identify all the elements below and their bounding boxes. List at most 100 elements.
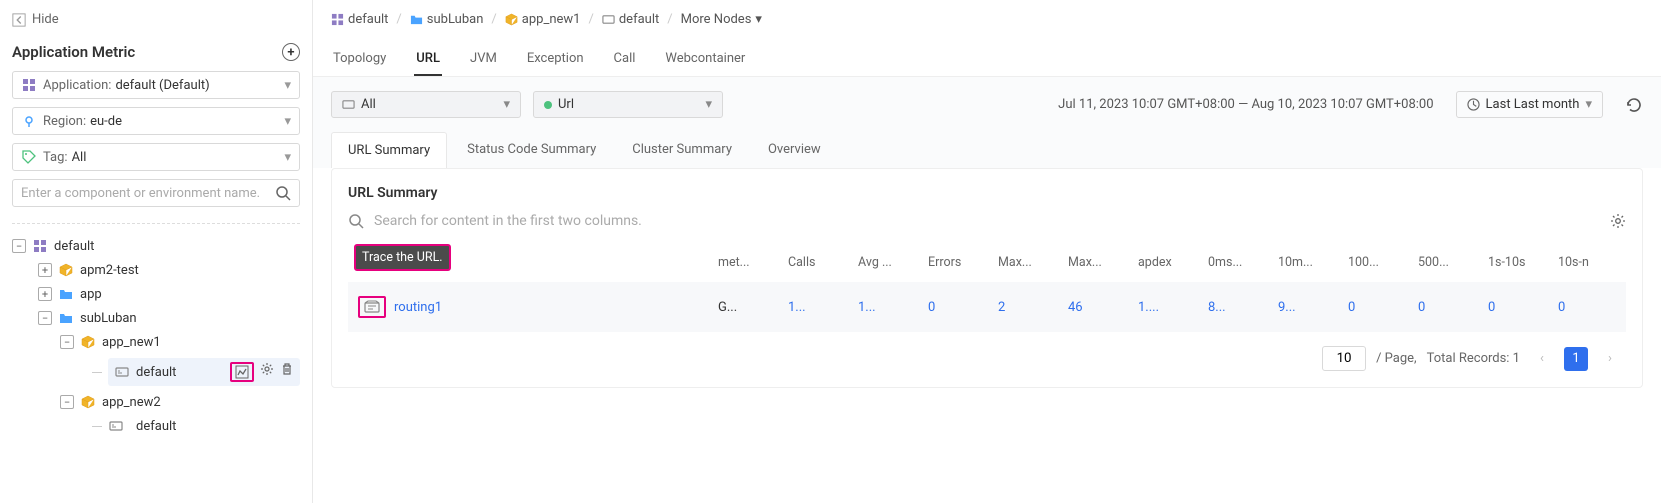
col-method: met... (712, 251, 782, 274)
url-summary-panel: URL Summary Search for content in the fi… (331, 168, 1643, 388)
cell-apdex[interactable]: 1.... (1132, 296, 1202, 319)
cell-0ms[interactable]: 8... (1202, 296, 1272, 319)
cube-icon (80, 334, 96, 350)
cell-10s[interactable]: 0 (1552, 296, 1622, 319)
tree-node-apm2-test[interactable]: + apm2-test (12, 258, 300, 282)
subtab-status-code[interactable]: Status Code Summary (451, 132, 612, 168)
breadcrumb-item[interactable]: default (602, 12, 659, 27)
breadcrumb-item[interactable]: subLuban (410, 12, 484, 27)
trace-url-button[interactable] (358, 296, 386, 318)
breadcrumb-label: default (619, 12, 659, 27)
cell-10ms[interactable]: 9... (1272, 296, 1342, 319)
cell-errors[interactable]: 0 (922, 296, 992, 319)
instance-value: All (361, 97, 376, 112)
trace-icon (364, 300, 380, 314)
prev-page-button[interactable]: ‹ (1530, 347, 1554, 371)
tree-node-env-default2[interactable]: default (12, 414, 300, 438)
tab-jvm[interactable]: JVM (468, 43, 499, 76)
metric-select[interactable]: Url ▾ (533, 91, 723, 118)
tab-exception[interactable]: Exception (525, 43, 586, 76)
col-avg: Avg ... (852, 251, 922, 274)
cell-max2[interactable]: 46 (1062, 296, 1132, 319)
trace-tooltip: Trace the URL. (354, 244, 451, 271)
col-10s: 10s-n (1552, 251, 1622, 274)
time-picker[interactable]: Last Last month ▾ (1456, 91, 1603, 118)
application-select[interactable]: Application: default (Default) ▾ (12, 71, 300, 99)
col-apdex: apdex (1132, 251, 1202, 274)
cell-1s[interactable]: 0 (1482, 296, 1552, 319)
time-picker-value: Last Last month (1486, 97, 1580, 112)
settings-button[interactable] (260, 362, 274, 382)
tag-select[interactable]: Tag: All ▾ (12, 143, 300, 171)
next-page-button[interactable]: › (1598, 347, 1622, 371)
breadcrumb-item[interactable]: default (331, 12, 388, 27)
breadcrumb-item[interactable]: app_new1 (505, 12, 581, 27)
breadcrumb: default / subLuban / app_new1 / default … (313, 0, 1661, 39)
separator: / (588, 12, 593, 27)
collapse-icon[interactable]: − (38, 311, 52, 325)
chevron-down-icon: ▾ (1585, 97, 1592, 112)
cell-calls[interactable]: 1... (782, 296, 852, 319)
sub-tabs: URL Summary Status Code Summary Cluster … (313, 132, 1661, 168)
cube-icon (505, 13, 518, 26)
expand-icon[interactable]: + (38, 263, 52, 277)
cell-avg[interactable]: 1... (852, 296, 922, 319)
hide-label: Hide (32, 12, 59, 27)
cell-max1[interactable]: 2 (992, 296, 1062, 319)
gear-icon (1610, 213, 1626, 229)
subtab-url-summary[interactable]: URL Summary (331, 132, 447, 168)
component-search-input[interactable] (21, 186, 275, 201)
trash-icon (280, 362, 294, 376)
url-link[interactable]: routing1 (394, 300, 442, 315)
delete-button[interactable] (280, 362, 294, 382)
tree-node-subluban[interactable]: − subLuban (12, 306, 300, 330)
cell-500ms[interactable]: 0 (1412, 296, 1482, 319)
breadcrumb-more-nodes[interactable]: More Nodes ▾ (681, 12, 762, 27)
tree-node-default[interactable]: − default (12, 234, 300, 258)
table-settings-button[interactable] (1610, 213, 1626, 229)
tree-label: app (80, 287, 102, 302)
component-search[interactable] (12, 179, 300, 207)
chevron-down-icon: ▾ (755, 12, 762, 27)
tree-label: app_new1 (102, 335, 161, 350)
expand-icon[interactable]: + (38, 287, 52, 301)
tab-call[interactable]: Call (612, 43, 638, 76)
tree-label: app_new2 (102, 395, 161, 410)
current-page[interactable]: 1 (1564, 347, 1588, 371)
total-records-label: Total Records: 1 (1427, 351, 1520, 366)
tree-label: default (54, 239, 94, 254)
collapse-icon[interactable]: − (60, 335, 74, 349)
instance-select[interactable]: All ▾ (331, 91, 521, 118)
hide-sidebar-button[interactable]: Hide (12, 8, 300, 37)
tree-node-app-new1[interactable]: − app_new1 (12, 330, 300, 354)
refresh-button[interactable] (1625, 96, 1643, 114)
tree-node-env-default-selected[interactable]: default (12, 354, 300, 390)
tab-topology[interactable]: Topology (331, 43, 388, 76)
tab-url[interactable]: URL (414, 43, 442, 76)
panel-search-placeholder[interactable]: Search for content in the first two colu… (374, 213, 1600, 229)
subtab-cluster-summary[interactable]: Cluster Summary (616, 132, 748, 168)
main-tabs: Topology URL JVM Exception Call Webconta… (313, 39, 1661, 77)
view-topology-button[interactable] (230, 362, 254, 382)
tree-node-app-new2[interactable]: − app_new2 (12, 390, 300, 414)
cell-100ms[interactable]: 0 (1342, 296, 1412, 319)
col-500ms: 500... (1412, 251, 1482, 274)
add-metric-button[interactable]: + (282, 43, 300, 61)
env-icon (114, 364, 130, 380)
separator: / (491, 12, 496, 27)
tab-webcontainer[interactable]: Webcontainer (663, 43, 747, 76)
collapse-icon[interactable]: − (12, 239, 26, 253)
region-select[interactable]: Region: eu-de ▾ (12, 107, 300, 135)
subtab-overview[interactable]: Overview (752, 132, 837, 168)
tree-node-app[interactable]: + app (12, 282, 300, 306)
application-icon (32, 238, 48, 254)
pagination: / Page, Total Records: 1 ‹ 1 › (348, 332, 1626, 371)
region-icon (21, 113, 37, 129)
metric-value: Url (558, 97, 574, 112)
col-0ms: 0ms... (1202, 251, 1272, 274)
cell-method: G... (712, 296, 782, 319)
application-icon (331, 13, 344, 26)
collapse-icon[interactable]: − (60, 395, 74, 409)
page-size-input[interactable] (1322, 346, 1366, 371)
tree: − default + apm2-test + app − subLuban −… (12, 234, 300, 438)
